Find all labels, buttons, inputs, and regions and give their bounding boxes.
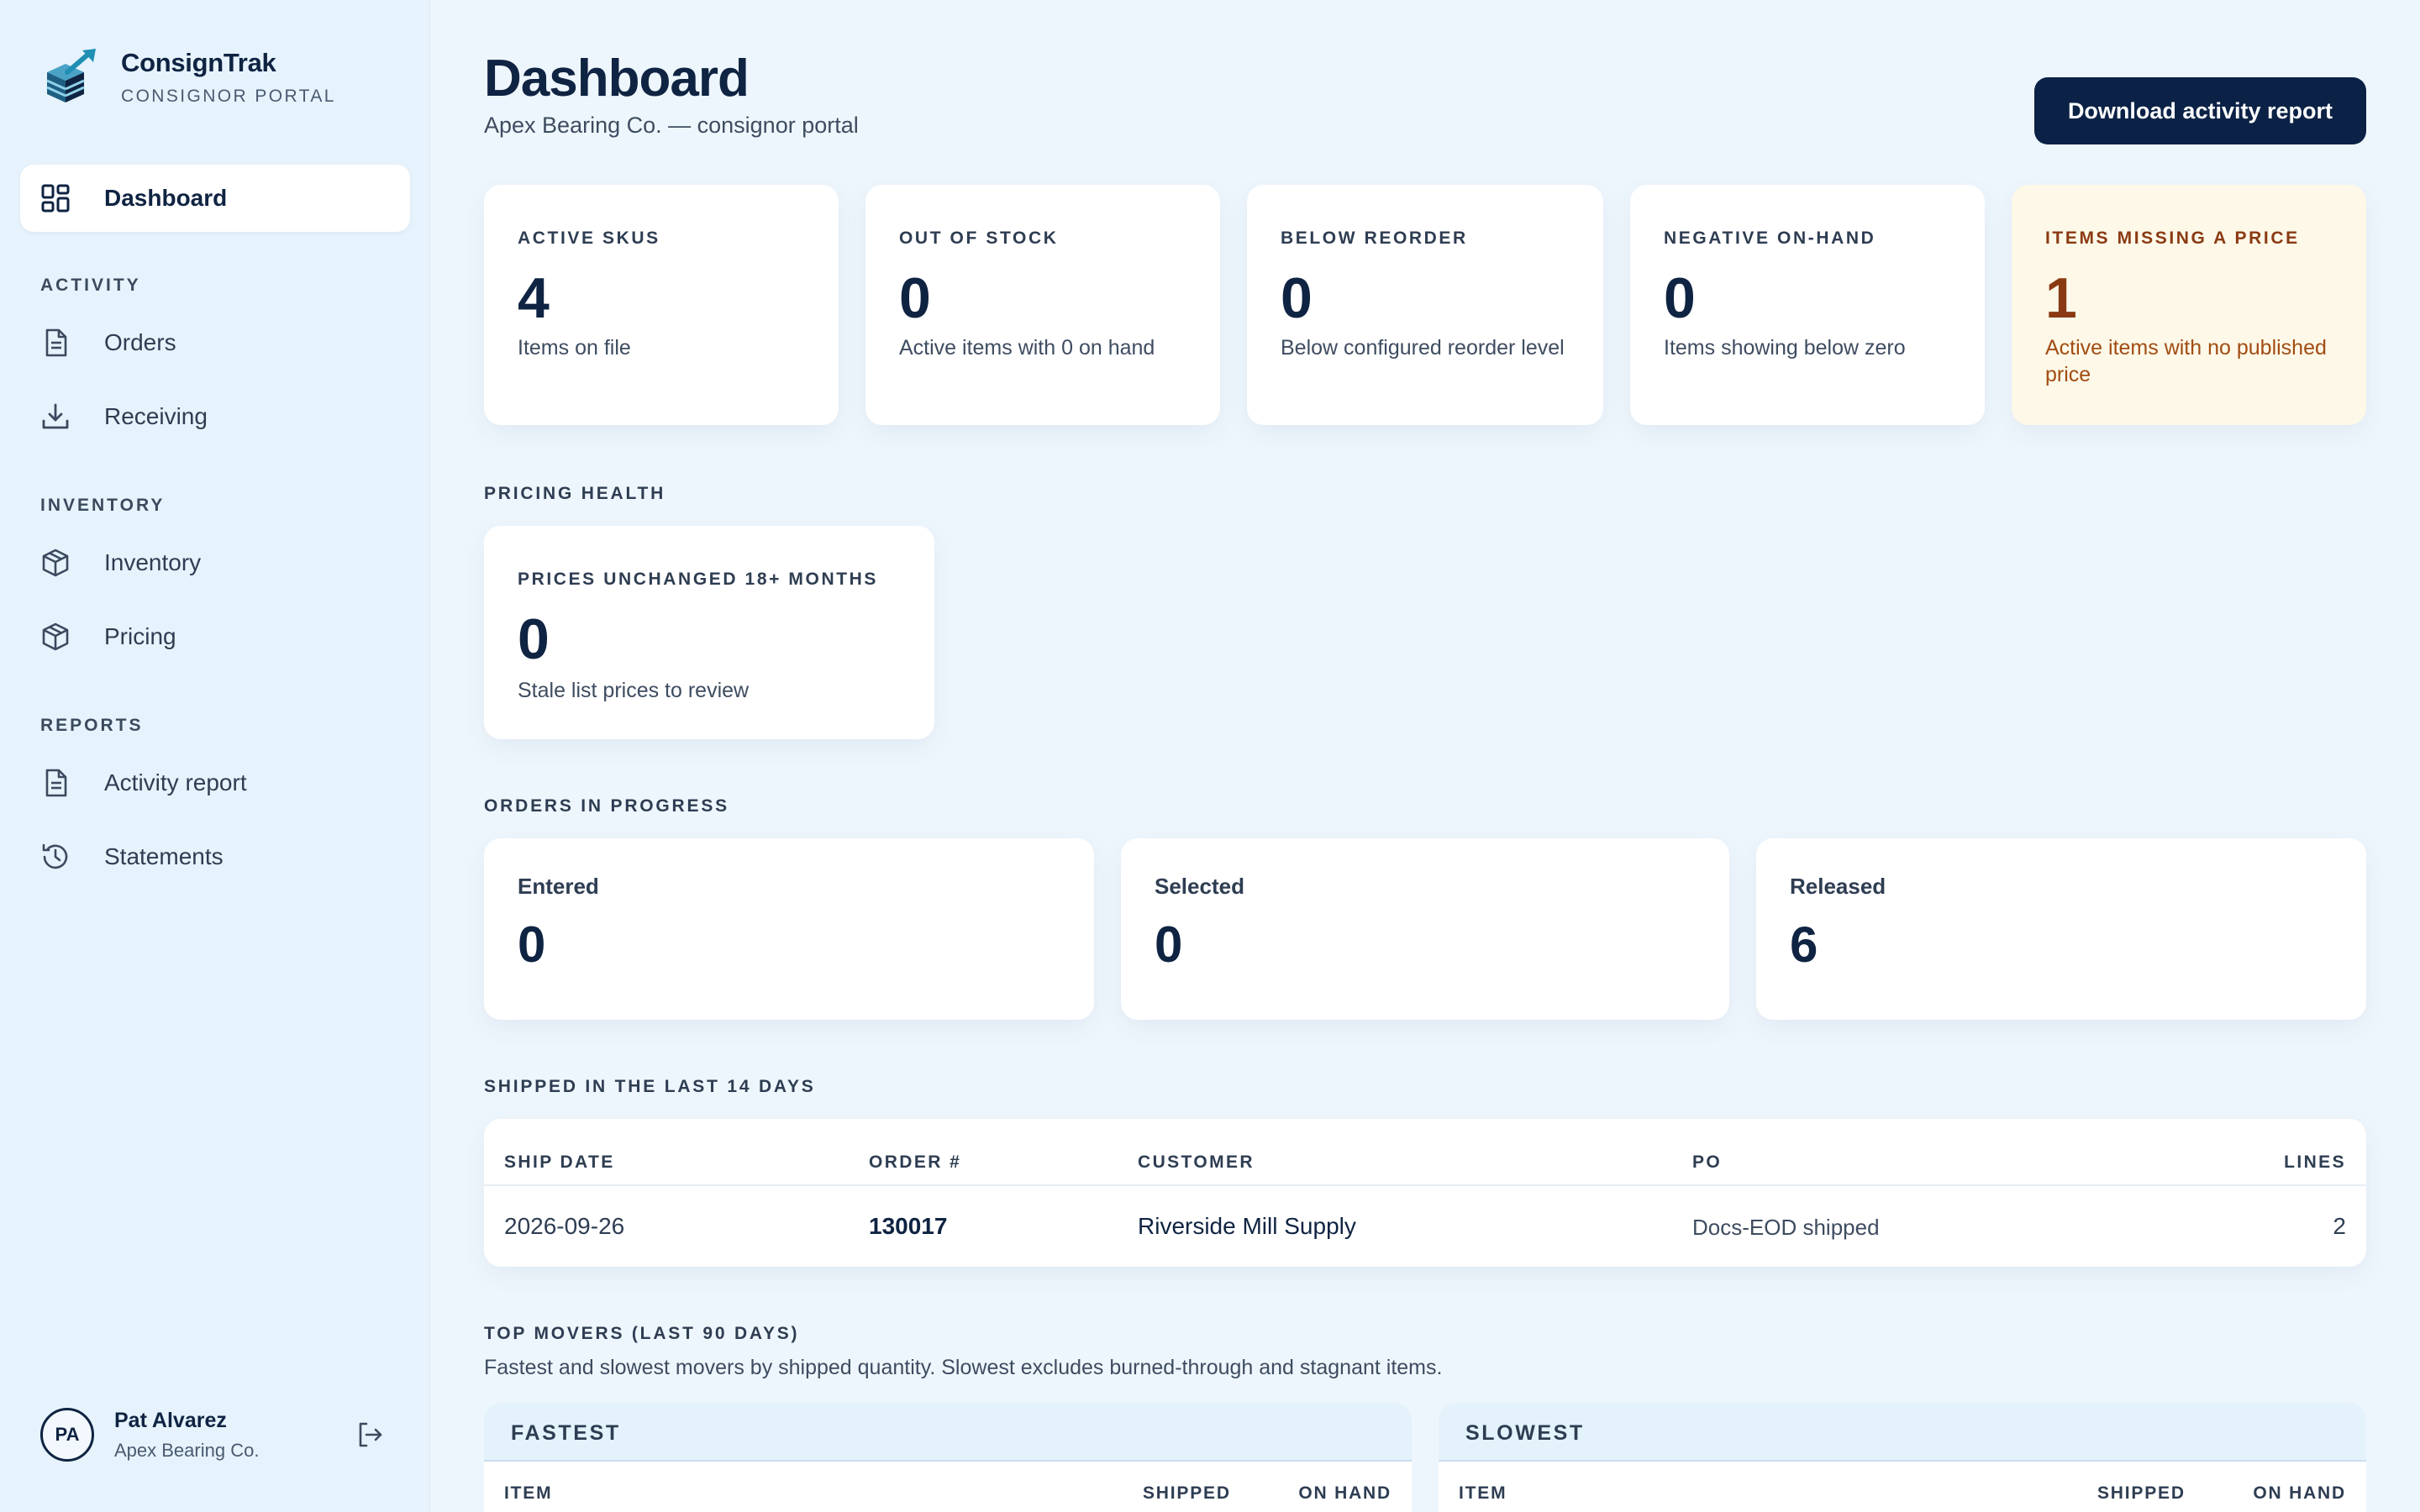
sidebar: ConsignTrak CONSIGNOR PORTAL Dashboard A… [0, 0, 430, 1512]
nav-label-receiving: Receiving [104, 403, 208, 429]
section-label-pricing-health: PRICING HEALTH [484, 484, 666, 503]
order-number-link[interactable]: 130017 [869, 1213, 947, 1240]
nav-item-pricing[interactable]: Pricing [20, 603, 410, 670]
column-header-shipped: SHIPPED [2097, 1483, 2186, 1503]
kpi-label: OUT OF STOCK [899, 228, 1059, 248]
section-label-shipped: SHIPPED IN THE LAST 14 DAYS [484, 1077, 816, 1096]
brand-name: ConsignTrak [121, 48, 276, 77]
fastest-movers-table: FASTEST ITEM SHIPPED ON HAND [484, 1403, 1412, 1512]
kpi-card-below-reorder: BELOW REORDER 0 Below configured reorder… [1247, 185, 1603, 425]
document-icon [40, 328, 71, 358]
nav-item-receiving[interactable]: Receiving [20, 383, 410, 450]
kpi-label: BELOW REORDER [1281, 228, 1468, 248]
slowest-movers-table: SLOWEST ITEM SHIPPED ON HAND [1439, 1403, 2366, 1512]
nav-label-statements: Statements [104, 843, 224, 869]
column-header-ship-date: SHIP DATE [504, 1152, 615, 1172]
order-status-label: Selected [1155, 874, 1244, 899]
kpi-label: ITEMS MISSING A PRICE [2045, 228, 2300, 248]
kpi-desc: Below configured reorder level [1281, 336, 1565, 360]
nav-item-activity-report[interactable]: Activity report [20, 749, 410, 816]
user-name: Pat Alvarez [114, 1408, 227, 1432]
pricing-health-value: 0 [518, 607, 550, 671]
fastest-title: FASTEST [511, 1421, 621, 1445]
kpi-desc: Items on file [518, 336, 631, 360]
pricing-health-desc: Stale list prices to review [518, 679, 750, 702]
column-header-customer: CUSTOMER [1138, 1152, 1255, 1172]
slowest-title: SLOWEST [1465, 1421, 1585, 1445]
consigntrak-logo-icon [46, 49, 96, 102]
nav-label-dashboard: Dashboard [104, 185, 228, 211]
kpi-card-missing-price: ITEMS MISSING A PRICE 1 Active items wit… [2012, 185, 2366, 425]
nav-item-orders[interactable]: Orders [20, 309, 410, 376]
slowest-header: SLOWEST [1439, 1403, 2366, 1462]
download-tray-icon [40, 402, 71, 432]
section-label-top-movers: TOP MOVERS (LAST 90 DAYS) [484, 1324, 800, 1343]
kpi-value: 4 [518, 266, 550, 330]
order-status-card-entered[interactable]: Entered 0 [484, 838, 1094, 1020]
column-header-order: ORDER # [869, 1152, 962, 1172]
brand[interactable]: ConsignTrak CONSIGNOR PORTAL [40, 47, 336, 108]
order-status-card-released[interactable]: Released 6 [1756, 838, 2366, 1020]
column-header-shipped: SHIPPED [1143, 1483, 1231, 1503]
kpi-card-active-skus: ACTIVE SKUS 4 Items on file [484, 185, 839, 425]
nav-item-inventory[interactable]: Inventory [20, 529, 410, 596]
document-icon [40, 768, 71, 798]
order-status-card-selected[interactable]: Selected 0 [1121, 838, 1729, 1020]
nav-item-statements[interactable]: Statements [20, 823, 410, 890]
kpi-value: 1 [2045, 266, 2077, 330]
nav-section-activity: ACTIVITY [40, 276, 141, 295]
nav-label-orders: Orders [104, 329, 176, 355]
history-icon [40, 842, 71, 872]
cell-po: Docs-EOD shipped [1692, 1215, 1880, 1240]
brand-subtitle: CONSIGNOR PORTAL [121, 87, 336, 106]
kpi-label: ACTIVE SKUS [518, 228, 660, 248]
nav-label-inventory: Inventory [104, 549, 202, 575]
box-icon [40, 548, 71, 578]
order-status-label: Entered [518, 874, 599, 899]
order-status-value: 0 [1155, 916, 1183, 973]
column-header-item: ITEM [504, 1483, 553, 1503]
column-header-item: ITEM [1459, 1483, 1507, 1503]
section-label-orders-in-progress: ORDERS IN PROGRESS [484, 796, 729, 816]
logout-icon[interactable] [355, 1420, 385, 1450]
page-title: Dashboard [484, 50, 750, 108]
kpi-desc: Items showing below zero [1664, 336, 1906, 360]
dashboard-grid-icon [40, 183, 71, 213]
kpi-value: 0 [1664, 266, 1696, 330]
nav-label-pricing: Pricing [104, 623, 176, 649]
cell-customer: Riverside Mill Supply [1138, 1213, 1356, 1239]
kpi-desc: Active items with no published price [2045, 336, 2327, 386]
fastest-header: FASTEST [484, 1403, 1412, 1462]
pricing-health-card: PRICES UNCHANGED 18+ MONTHS 0 Stale list… [484, 526, 934, 739]
kpi-card-out-of-stock: OUT OF STOCK 0 Active items with 0 on ha… [865, 185, 1220, 425]
order-status-value: 6 [1790, 916, 1818, 973]
kpi-desc: Active items with 0 on hand [899, 336, 1155, 360]
nav-item-dashboard[interactable]: Dashboard [20, 165, 410, 232]
order-status-value: 0 [518, 916, 546, 973]
column-header-lines: LINES [2284, 1152, 2346, 1172]
top-movers-description: Fastest and slowest movers by shipped qu… [484, 1356, 1443, 1379]
download-activity-report-button[interactable]: Download activity report [2033, 77, 2366, 144]
kpi-card-negative-on-hand: NEGATIVE ON-HAND 0 Items showing below z… [1630, 185, 1985, 425]
avatar[interactable]: PA [40, 1408, 94, 1462]
nav-section-reports: REPORTS [40, 716, 144, 735]
kpi-value: 0 [899, 266, 931, 330]
cell-ship-date: 2026-09-26 [504, 1213, 625, 1239]
nav-section-inventory: INVENTORY [40, 496, 166, 515]
box-icon [40, 622, 71, 652]
shipped-table: SHIP DATE ORDER # CUSTOMER PO LINES 2026… [484, 1119, 2366, 1267]
order-status-label: Released [1790, 874, 1886, 899]
column-header-on-hand: ON HAND [1298, 1483, 1392, 1503]
column-header-po: PO [1692, 1152, 1723, 1172]
kpi-value: 0 [1281, 266, 1313, 330]
user-org: Apex Bearing Co. [114, 1439, 260, 1461]
table-divider [484, 1184, 2366, 1186]
kpi-label: NEGATIVE ON-HAND [1664, 228, 1876, 248]
pricing-health-label: PRICES UNCHANGED 18+ MONTHS [518, 570, 879, 589]
column-header-on-hand: ON HAND [2253, 1483, 2346, 1503]
cell-lines: 2 [2333, 1213, 2346, 1239]
user-profile: PA Pat Alvarez Apex Bearing Co. [40, 1408, 385, 1462]
nav-label-activity-report: Activity report [104, 769, 247, 795]
page-subtitle: Apex Bearing Co. — consignor portal [484, 113, 859, 138]
